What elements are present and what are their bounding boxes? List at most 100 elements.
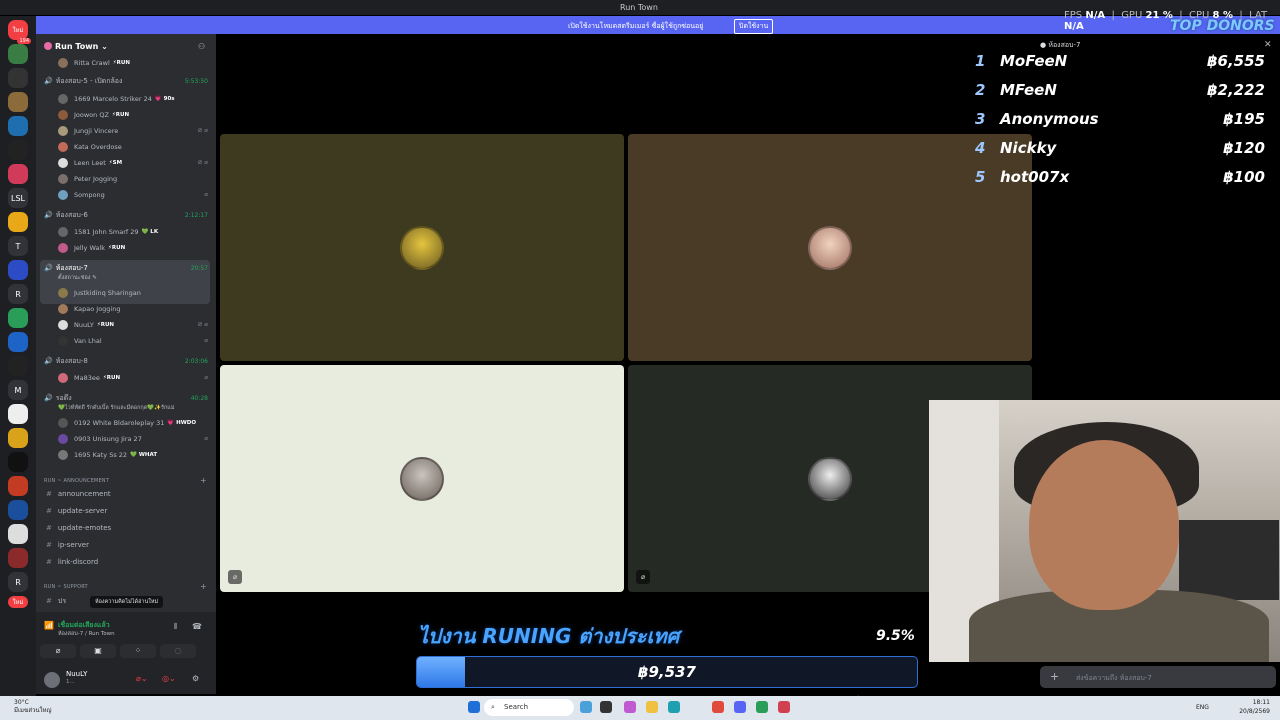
clock[interactable]: 18:11 20/8/2569 — [1239, 698, 1270, 716]
new-unreads-pill-bottom[interactable]: ใหม่ — [8, 596, 28, 608]
voice-member[interactable]: Leen Leet ⚡SM — [58, 158, 122, 168]
new-unreads-pill[interactable]: ใหม่ 194 — [8, 20, 31, 44]
avatar — [58, 174, 68, 184]
voice-member[interactable]: Van Lhal — [58, 336, 102, 346]
server-icon[interactable] — [8, 452, 28, 472]
weather-widget[interactable]: 30°C มีเมฆส่วนใหญ่ — [14, 699, 52, 715]
voice-member[interactable]: Kapao Jogging — [58, 304, 120, 314]
app-icon[interactable] — [624, 701, 636, 713]
category-announcement[interactable]: RUN ~ ANNOUNCEMENT — [44, 478, 109, 484]
server-icon[interactable] — [8, 260, 28, 280]
text-channel[interactable]: # ปร — [46, 596, 66, 607]
voice-channel-active[interactable]: 🔊 ห้องสอบ-7 — [44, 263, 88, 274]
server-icon[interactable] — [8, 404, 28, 424]
text-channel[interactable]: # announcement — [46, 490, 111, 498]
voice-member[interactable]: 0903 Unisung Jira 27 — [58, 434, 142, 444]
soundboard-button[interactable]: ◌ — [160, 644, 196, 658]
noise-suppression-icon[interactable]: ⫴ — [174, 622, 177, 632]
headphones-deafened-icon[interactable]: ◎⌄ — [162, 674, 176, 683]
task-view-icon[interactable] — [600, 701, 612, 713]
server-icon[interactable] — [8, 44, 28, 64]
voice-member[interactable]: Sompong — [58, 190, 105, 200]
server-icon[interactable] — [8, 308, 28, 328]
avatar[interactable] — [44, 672, 60, 688]
server-icon[interactable] — [8, 68, 28, 88]
add-member-icon[interactable]: ⚇ — [198, 42, 205, 51]
avatar — [58, 142, 68, 152]
server-icon[interactable] — [8, 500, 28, 520]
voice-member[interactable]: Ritta Crawl ⚡RUN — [58, 58, 130, 68]
taskbar-search[interactable]: ⌕ Search — [484, 699, 574, 716]
camera-off-button[interactable]: ⌀ — [40, 644, 76, 658]
server-icon[interactable] — [8, 428, 28, 448]
category-support[interactable]: RUN ~ SUPPORT — [44, 584, 88, 590]
voice-member[interactable]: 1581 John Smarf 29 💚 LK — [58, 227, 158, 237]
screen-share-button[interactable]: ▣ — [80, 644, 116, 658]
avatar — [58, 110, 68, 120]
participant-tile[interactable]: ⌀ — [220, 365, 624, 592]
username[interactable]: NuuLY — [66, 670, 87, 678]
voice-channel[interactable]: 🔊 รอดึง — [44, 393, 72, 404]
voice-member[interactable]: Joowon QZ ⚡RUN — [58, 110, 129, 120]
server-lsl[interactable]: LSL — [8, 188, 28, 208]
server-icon[interactable] — [8, 356, 28, 376]
activities-button[interactable]: ⁘ — [120, 644, 156, 658]
voice-member[interactable]: 1695 Katy Ss 22 💚 WHAT — [58, 450, 157, 460]
server-icon[interactable] — [8, 92, 28, 112]
server-name-header[interactable]: Run Town ⌄ — [44, 42, 108, 51]
server-icon[interactable] — [8, 140, 28, 160]
add-channel-icon[interactable]: + — [200, 476, 207, 485]
server-icon[interactable] — [8, 116, 28, 136]
server-icon[interactable] — [8, 476, 28, 496]
mic-muted-icon[interactable]: ⌀⌄ — [136, 674, 148, 683]
voice-channel[interactable]: 🔊 ห้องสอบ-6 — [44, 210, 88, 221]
voice-location[interactable]: ห้องสอบ-7 / Run Town — [58, 630, 115, 638]
disable-streamer-mode-button[interactable]: ปิดใช้งาน — [734, 19, 774, 34]
file-explorer-icon[interactable] — [646, 701, 658, 713]
close-icon[interactable]: ✕ — [1264, 40, 1272, 50]
add-channel-icon[interactable]: + — [200, 582, 207, 591]
server-icon[interactable] — [8, 548, 28, 568]
channel-status[interactable]: 💚ไวท์หัตถี รักดับเบิ้ล รักและมีตอกกุด💚✨ร… — [58, 404, 174, 412]
disconnect-icon[interactable]: ☎ — [192, 622, 202, 631]
server-t[interactable]: T — [8, 236, 28, 256]
voice-member[interactable]: Peter Jogging — [58, 174, 117, 184]
language-indicator[interactable]: ENG — [1196, 704, 1209, 711]
channel-status[interactable]: ตั้งสถานะช่อง ✎ — [58, 274, 97, 282]
voice-member[interactable]: Jungji Vincere — [58, 126, 118, 136]
server-icon[interactable] — [8, 164, 28, 184]
voice-channel[interactable]: 🔊 ห้องสอบ-5 - เปิดกล้อง — [44, 76, 122, 87]
server-r[interactable]: R — [8, 284, 28, 304]
voice-member[interactable]: Justkidinq Sharingan — [58, 288, 141, 298]
discord-icon[interactable] — [734, 701, 746, 713]
server-icon[interactable] — [8, 212, 28, 232]
plus-icon[interactable]: + — [1050, 670, 1059, 683]
chat-input[interactable]: + ส่งข้อความถึง ห้องสอบ-7 — [1040, 666, 1276, 688]
avatar — [58, 336, 68, 346]
voice-member[interactable]: Jelly Walk ⚡RUN — [58, 243, 125, 253]
participant-tile[interactable] — [628, 134, 1032, 361]
edge-icon[interactable] — [668, 701, 680, 713]
text-channel[interactable]: # link-discord — [46, 558, 98, 566]
participant-tile[interactable] — [220, 134, 624, 361]
voice-member[interactable]: NuuLY ⚡RUN — [58, 320, 114, 330]
voice-member[interactable]: 1669 Marcelo Striker 24 💗 90s — [58, 94, 175, 104]
avatar — [58, 434, 68, 444]
server-icon[interactable] — [8, 332, 28, 352]
server-m[interactable]: M — [8, 380, 28, 400]
text-channel[interactable]: # ip-server — [46, 541, 89, 549]
server-icon[interactable] — [8, 524, 28, 544]
voice-member[interactable]: 0192 White Bldaroleplay 31 💗 HWDO — [58, 418, 196, 428]
app-icon[interactable] — [580, 701, 592, 713]
voice-member[interactable]: Ma83ee ⚡RUN — [58, 373, 120, 383]
voice-channel[interactable]: 🔊 ห้องสอบ-8 — [44, 356, 88, 367]
text-channel[interactable]: # update-server — [46, 507, 107, 515]
app-icon[interactable] — [778, 701, 790, 713]
chrome-icon[interactable] — [712, 701, 724, 713]
text-channel[interactable]: # update-emotes — [46, 524, 111, 532]
voice-member[interactable]: Kata Overdose — [58, 142, 122, 152]
settings-gear-icon[interactable]: ⚙ — [192, 674, 199, 683]
server-r[interactable]: R — [8, 572, 28, 592]
windows-start-icon[interactable] — [468, 701, 480, 713]
app-icon[interactable] — [756, 701, 768, 713]
